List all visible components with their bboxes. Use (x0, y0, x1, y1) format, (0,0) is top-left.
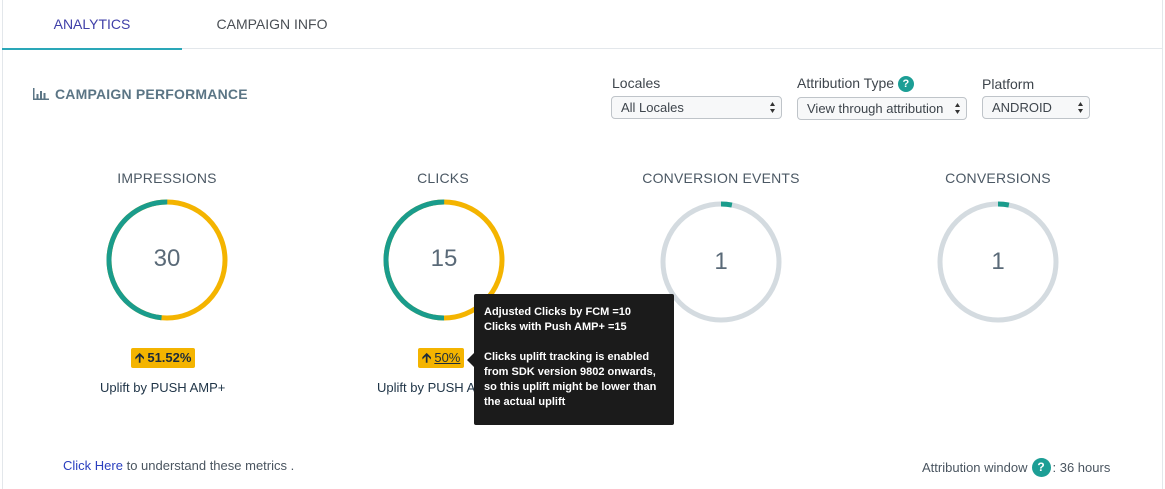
conversions-value: 1 (991, 248, 1005, 275)
tooltip-line: so this uplift might be lower than (484, 381, 657, 393)
attribution-type-select[interactable]: View through attribution (797, 97, 967, 120)
tooltip-line: Adjusted Clicks by FCM =10 (484, 306, 632, 318)
section-title: CAMPAIGN PERFORMANCE (33, 86, 248, 102)
metric-title-impressions: IMPRESSIONS (117, 170, 217, 186)
metric-title-conversion-events: CONVERSION EVENTS (642, 170, 800, 186)
tooltip-line: Clicks uplift tracking is enabled (484, 351, 650, 363)
platform-select[interactable]: ANDROID (982, 96, 1090, 119)
clicks-uplift-tooltip: Adjusted Clicks by FCM =10 Clicks with P… (474, 294, 674, 425)
locales-select-value: All Locales (621, 100, 684, 115)
tab-bar: ANALYTICS CAMPAIGN INFO (2, 0, 1163, 50)
tooltip-line: the actual uplift (484, 396, 566, 408)
attribution-window-value: : 36 hours (1052, 460, 1111, 475)
attribution-type-label: Attribution Type ? (797, 75, 914, 92)
locales-label: Locales (612, 75, 661, 91)
metric-title-clicks: CLICKS (417, 170, 469, 186)
attribution-window-help-icon[interactable]: ? (1031, 458, 1051, 477)
attribution-window: Attribution window ? : 36 hours (922, 458, 1110, 477)
impressions-uplift-value: 51.52% (147, 350, 192, 365)
tooltip-arrow (467, 353, 474, 367)
tooltip-line: from SDK version 9802 onwards, (484, 366, 656, 378)
footer-help-text: Click Here to understand these metrics . (63, 458, 294, 473)
locales-select[interactable]: All Locales (611, 96, 782, 119)
platform-select-value: ANDROID (992, 100, 1052, 115)
impressions-uplift-label: Uplift by PUSH AMP+ (100, 380, 226, 395)
tab-campaign-info[interactable]: CAMPAIGN INFO (182, 0, 362, 49)
impressions-value: 30 (153, 245, 181, 272)
attribution-type-help-icon[interactable]: ? (897, 76, 914, 92)
platform-label: Platform (982, 76, 1035, 92)
impressions-uplift-badge: 🡩 51.52% (131, 348, 196, 368)
footer-help-suffix: to understand these metrics . (122, 458, 295, 473)
metric-title-conversions: CONVERSIONS (945, 170, 1051, 186)
tab-analytics[interactable]: ANALYTICS (2, 0, 182, 50)
conversion-events-value: 1 (714, 248, 728, 275)
attribution-window-label: Attribution window (922, 460, 1028, 475)
select-arrows-icon (1078, 102, 1083, 113)
section-title-text: CAMPAIGN PERFORMANCE (55, 86, 248, 102)
arrow-up-icon: 🡩 (135, 350, 145, 365)
clicks-uplift-value[interactable]: 50% (434, 350, 460, 365)
arrow-up-icon: 🡩 (422, 350, 432, 365)
attribution-type-select-value: View through attribution (807, 101, 944, 116)
attribution-type-label-text: Attribution Type (797, 75, 895, 91)
select-arrows-icon (955, 103, 960, 114)
bar-chart-icon (33, 88, 49, 100)
click-here-link[interactable]: Click Here (63, 458, 123, 473)
select-arrows-icon (770, 102, 775, 113)
clicks-uplift-badge[interactable]: 🡩 50% (418, 348, 465, 368)
tooltip-line: Clicks with Push AMP+ =15 (484, 321, 627, 333)
clicks-value: 15 (430, 245, 458, 272)
